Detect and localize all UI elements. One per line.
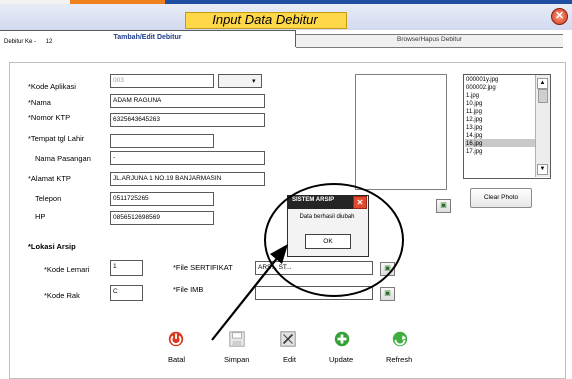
file-list-item[interactable]: 13.jpg bbox=[466, 125, 482, 131]
file-list-item[interactable]: 11.jpg bbox=[466, 109, 482, 115]
debitur-ke-label: Debitur Ke - bbox=[4, 39, 37, 45]
photo-file-list[interactable]: 000001y.jpg 000002.jpg 1.jpg 10.jpg 11.j… bbox=[463, 74, 551, 179]
label-alamat-ktp: *Alamat KTP bbox=[28, 174, 71, 183]
title-stripe-blue bbox=[165, 0, 572, 4]
nama-pasangan-input[interactable]: - bbox=[110, 151, 265, 165]
label-file-imb: *File IMB bbox=[173, 285, 204, 294]
scroll-up-icon[interactable]: ▲ bbox=[537, 78, 548, 89]
refresh-button[interactable] bbox=[391, 330, 409, 350]
label-kode-rak: *Kode Rak bbox=[44, 291, 80, 300]
lokasi-arsip-heading: *Lokasi Arsip bbox=[28, 242, 76, 251]
kode-aplikasi-input[interactable]: 003 bbox=[110, 74, 214, 88]
kode-aplikasi-dropdown[interactable]: ▾ bbox=[218, 74, 262, 88]
file-list-item[interactable]: 000001y.jpg bbox=[466, 77, 498, 83]
browse-icon: ▣ bbox=[384, 290, 391, 297]
nomor-ktp-input[interactable]: 6325643645263 bbox=[110, 113, 265, 127]
edit-icon bbox=[280, 331, 296, 347]
update-label[interactable]: Update bbox=[329, 355, 353, 364]
file-list-item[interactable]: 000002.jpg bbox=[466, 85, 496, 91]
label-nomor-ktp: *Nomor KTP bbox=[28, 113, 71, 122]
label-nama: *Nama bbox=[28, 98, 51, 107]
photo-preview bbox=[355, 74, 447, 190]
window-title: Input Data Debitur bbox=[212, 12, 318, 27]
batal-button[interactable] bbox=[167, 330, 185, 350]
browse-icon: ▣ bbox=[440, 202, 447, 209]
simpan-label[interactable]: Simpan bbox=[224, 355, 249, 364]
edit-button[interactable] bbox=[279, 330, 297, 350]
label-tempat-tgl-lahir: *Tempat tgl Lahir bbox=[28, 134, 85, 143]
refresh-icon bbox=[392, 331, 408, 347]
close-window-button[interactable]: ✕ bbox=[551, 8, 568, 25]
browse-imb-button[interactable]: ▣ bbox=[380, 287, 395, 301]
label-kode-lemari: *Kode Lemari bbox=[44, 265, 90, 274]
simpan-button[interactable] bbox=[228, 330, 246, 350]
update-icon bbox=[334, 331, 350, 347]
label-nama-pasangan: Nama Pasangan bbox=[35, 154, 91, 163]
file-list-item[interactable]: 17.jpg bbox=[466, 149, 482, 155]
kode-lemari-input[interactable]: 1 bbox=[110, 260, 143, 276]
batal-label[interactable]: Batal bbox=[168, 355, 185, 364]
tempat-tgl-lahir-input[interactable] bbox=[110, 134, 214, 148]
clear-photo-button[interactable]: Clear Photo bbox=[470, 188, 532, 208]
browse-photo-button[interactable]: ▣ bbox=[436, 199, 451, 213]
file-list-item[interactable]: 12.jpg bbox=[466, 117, 482, 123]
label-hp: HP bbox=[35, 212, 46, 221]
refresh-label[interactable]: Refresh bbox=[386, 355, 412, 364]
title-stripe-light bbox=[0, 0, 70, 4]
close-icon: ✕ bbox=[554, 10, 565, 22]
save-icon bbox=[229, 331, 245, 347]
title-stripe-orange bbox=[70, 0, 165, 4]
file-list-item[interactable]: 14.jpg bbox=[466, 133, 482, 139]
telepon-input[interactable]: 0511725265 bbox=[110, 192, 214, 206]
update-button[interactable] bbox=[333, 330, 351, 350]
label-telepon: Telepon bbox=[35, 194, 62, 203]
debitur-ke: Debitur Ke - 12 bbox=[4, 39, 52, 45]
hp-input[interactable]: 0856512698569 bbox=[110, 211, 214, 225]
alamat-ktp-input[interactable]: JL.ARJUNA 1 NO.19 BANJARMASIN bbox=[110, 172, 265, 186]
nama-input[interactable]: ADAM RAGUNA bbox=[110, 94, 265, 108]
file-list-item[interactable]: 10.jpg bbox=[466, 101, 482, 107]
scroll-thumb[interactable] bbox=[538, 89, 548, 103]
file-list-item[interactable]: 1.jpg bbox=[466, 93, 479, 99]
tab-browse-hapus-label[interactable]: Browse/Hapus Debitur bbox=[296, 34, 563, 46]
label-kode-aplikasi: *Kode Aplikasi bbox=[28, 82, 76, 91]
file-list-item[interactable]: 16.jpg bbox=[466, 141, 482, 147]
cancel-icon bbox=[168, 331, 184, 347]
scroll-down-icon[interactable]: ▼ bbox=[537, 164, 548, 175]
kode-rak-input[interactable]: C bbox=[110, 285, 143, 301]
chevron-down-icon: ▾ bbox=[252, 78, 256, 85]
edit-label[interactable]: Edit bbox=[283, 355, 296, 364]
debitur-ke-value: 12 bbox=[45, 39, 53, 45]
